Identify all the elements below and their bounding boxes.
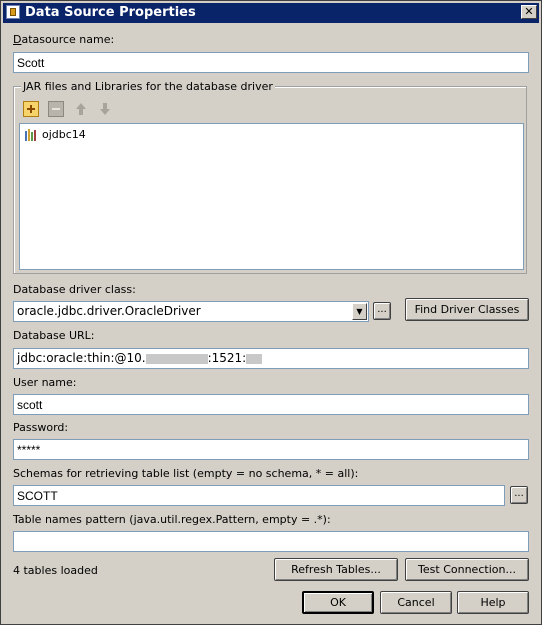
table-pattern-field[interactable] [13,531,529,552]
redacted-host [145,353,208,364]
add-icon[interactable] [23,101,39,117]
help-button[interactable]: Help [457,591,529,614]
chevron-down-icon[interactable]: ▼ [352,303,367,320]
ok-button[interactable]: OK [302,591,374,614]
move-up-icon[interactable] [73,101,89,117]
refresh-tables-button[interactable]: Refresh Tables... [274,558,398,581]
schemas-label: Schemas for retrieving table list (empty… [13,467,359,480]
test-connection-button[interactable]: Test Connection... [405,558,529,581]
driver-class-value: oracle.jdbc.driver.OracleDriver [17,304,201,318]
database-url-field[interactable]: jdbc:oracle:thin:@10. :1521: [13,348,529,369]
database-url-label: Database URL: [13,329,95,342]
driver-class-label: Database driver class: [13,283,136,296]
list-item[interactable]: ojdbc14 [20,124,523,144]
title-bar[interactable]: Data Source Properties ✕ [3,3,539,23]
remove-icon[interactable] [48,101,64,117]
datasource-name-label: Datasource name: [13,33,115,46]
redacted-sid [246,353,263,364]
schemas-browse-button[interactable]: ... [510,486,528,504]
data-source-properties-dialog: Data Source Properties ✕ Datasource name… [0,0,542,625]
driver-browse-button[interactable]: ... [373,302,391,320]
password-label: Password: [13,421,69,434]
datasource-name-field[interactable] [13,52,529,73]
list-item-label: ojdbc14 [42,128,86,141]
close-button[interactable]: ✕ [521,5,537,19]
window-title: Data Source Properties [25,5,196,20]
move-down-icon[interactable] [97,101,113,117]
driver-class-combo[interactable]: oracle.jdbc.driver.OracleDriver ▼ [13,301,369,322]
cancel-button[interactable]: Cancel [380,591,452,614]
jar-libraries-group-title: JAR files and Libraries for the database… [21,80,275,93]
url-prefix-text: jdbc:oracle:thin:@10. [17,351,146,365]
table-pattern-label: Table names pattern (java.util.regex.Pat… [13,513,331,526]
schemas-field[interactable] [13,485,505,506]
user-name-label: User name: [13,376,77,389]
user-name-field[interactable] [13,394,529,415]
status-text: 4 tables loaded [13,564,98,577]
password-field[interactable] [13,439,529,460]
app-icon [6,5,20,19]
library-icon [25,129,38,141]
jar-list[interactable]: ojdbc14 [19,123,524,270]
find-driver-classes-button[interactable]: Find Driver Classes [405,298,529,321]
url-port-text: :1521: [207,351,247,365]
